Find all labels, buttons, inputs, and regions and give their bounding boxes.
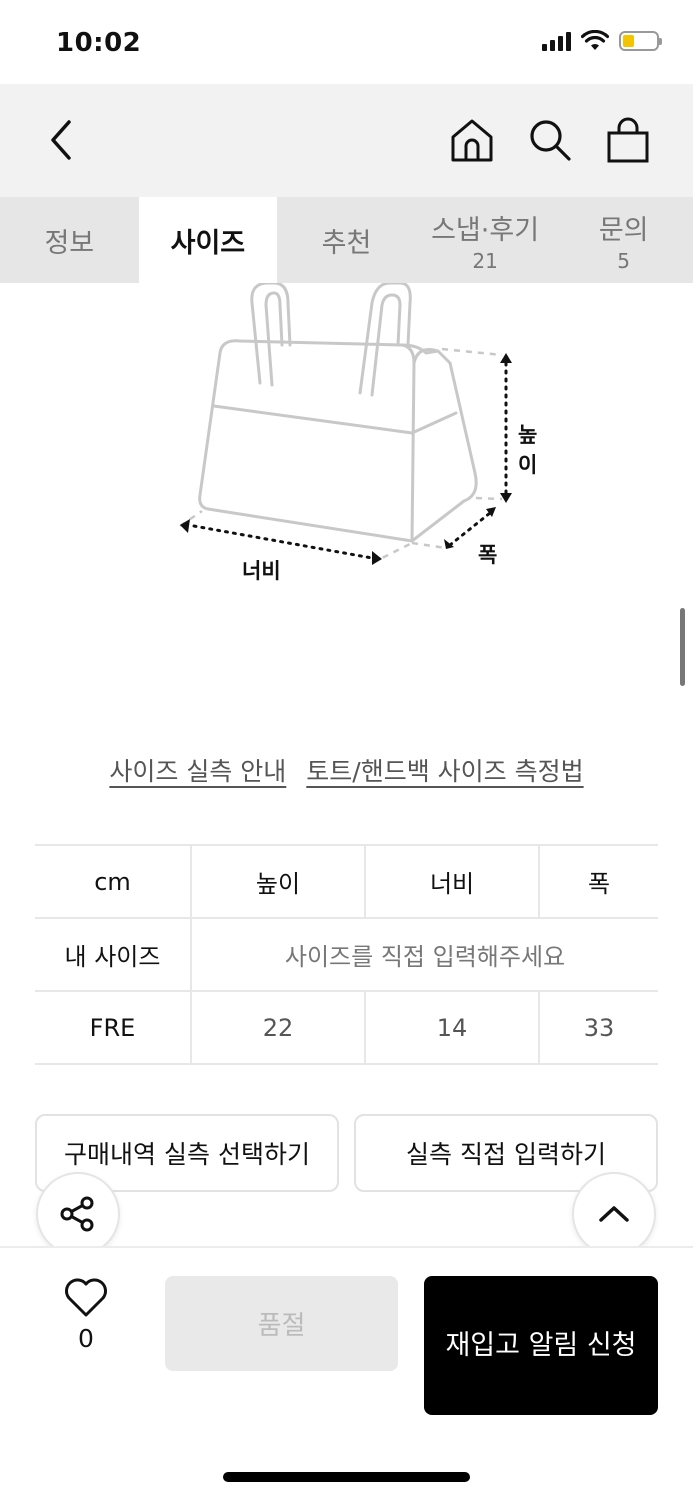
my-size-row: 내 사이즈 사이즈를 직접 입력해주세요: [35, 917, 658, 992]
header-width: 너비: [364, 844, 540, 919]
tab-count: 5: [617, 248, 631, 273]
restock-alert-button[interactable]: 재입고 알림 신청: [424, 1276, 658, 1415]
status-bar: 10:02: [0, 0, 693, 84]
cart-button[interactable]: [600, 112, 656, 168]
size-value-width: 14: [364, 990, 540, 1065]
like-count: 0: [78, 1324, 94, 1353]
share-button[interactable]: [36, 1172, 120, 1256]
search-button[interactable]: [522, 112, 578, 168]
chevron-up-icon: [599, 1206, 629, 1222]
back-button[interactable]: [34, 112, 90, 168]
home-icon: [451, 119, 493, 162]
home-button[interactable]: [444, 112, 500, 168]
tab-label: 추천: [321, 227, 372, 259]
signal-icon: [542, 31, 571, 51]
my-size-label: 내 사이즈: [35, 917, 192, 992]
share-icon: [60, 1196, 94, 1232]
size-value-height: 22: [189, 990, 366, 1065]
tab-inquiry[interactable]: 문의 5: [554, 197, 693, 283]
measure-actions: 구매내역 실측 선택하기 실측 직접 입력하기: [35, 1114, 658, 1192]
width-label: 너비: [242, 559, 281, 583]
tab-snap-review[interactable]: 스냅·후기 21: [416, 197, 555, 283]
tab-label: 정보: [44, 227, 95, 259]
heart-icon: [65, 1278, 107, 1317]
depth-label: 폭: [478, 543, 498, 567]
battery-icon: [619, 31, 662, 51]
my-size-prompt[interactable]: 사이즈를 직접 입력해주세요: [191, 917, 658, 992]
size-table: cm 높이 너비 폭 내 사이즈 사이즈를 직접 입력해주세요 FRE 22 1…: [35, 844, 658, 1065]
size-guide-links: 사이즈 실측 안내 토트/핸드백 사이즈 측정법: [0, 752, 693, 788]
purchase-bar: 0 품절 재입고 알림 신청: [0, 1246, 693, 1500]
status-time: 10:02: [56, 28, 142, 58]
size-value-depth: 33: [538, 990, 658, 1065]
top-nav-bar: [0, 84, 693, 197]
product-tabs: 정보 사이즈 추천 스냅·후기 21 문의 5: [0, 197, 693, 283]
tab-label: 문의: [598, 214, 649, 246]
tab-label: 스냅·후기: [431, 214, 540, 246]
size-name: FRE: [35, 990, 192, 1065]
chevron-left-icon: [51, 120, 71, 160]
size-guide-link[interactable]: 사이즈 실측 안내: [109, 752, 286, 788]
tab-info[interactable]: 정보: [0, 197, 139, 283]
soldout-button: 품절: [165, 1276, 398, 1371]
tab-count: 21: [472, 248, 498, 273]
tab-label: 사이즈: [170, 227, 246, 259]
table-header-row: cm 높이 너비 폭: [35, 844, 658, 919]
tab-size[interactable]: 사이즈: [138, 197, 278, 283]
header-depth: 폭: [538, 844, 658, 919]
scrollbar[interactable]: [680, 608, 685, 686]
table-row: FRE 22 14 33: [35, 990, 658, 1065]
shopping-bag-icon: [607, 117, 649, 163]
like-button[interactable]: 0: [56, 1278, 116, 1353]
header-height: 높이: [189, 844, 366, 919]
wifi-icon: [581, 30, 609, 50]
unit-cell: cm: [35, 844, 192, 919]
bag-size-diagram: 높이 너비 폭: [150, 281, 550, 603]
tab-recommend[interactable]: 추천: [277, 197, 416, 283]
search-icon: [530, 120, 571, 161]
measure-method-link[interactable]: 토트/핸드백 사이즈 측정법: [306, 752, 583, 788]
home-indicator: [223, 1472, 470, 1482]
status-icons: [542, 30, 662, 52]
scroll-top-button[interactable]: [572, 1172, 656, 1256]
height-label: 높이: [518, 423, 538, 477]
